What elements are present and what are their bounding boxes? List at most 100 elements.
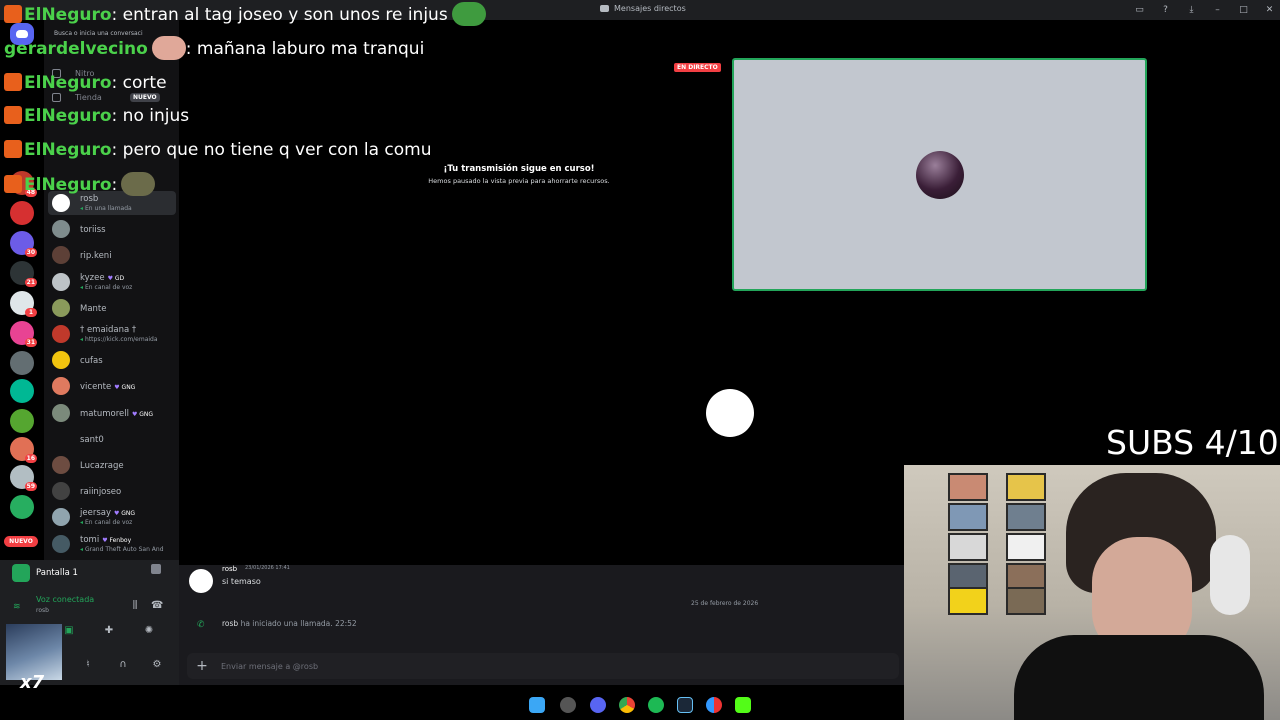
- dm-item[interactable]: jeersay ♥ GNG ◂ En canal de voz: [48, 505, 176, 529]
- message-input[interactable]: [221, 659, 821, 673]
- screen-share-row[interactable]: Pantalla 1: [12, 564, 78, 582]
- avatar: [52, 403, 70, 422]
- dm-item[interactable]: rip.keni: [48, 243, 176, 267]
- disconnect-icon[interactable]: ☎: [151, 600, 163, 612]
- dm-activity-text: En canal de voz: [85, 519, 133, 527]
- overlay-chat-text: : entran al tag joseo y son unos re inju…: [111, 5, 448, 25]
- inbox-icon[interactable]: ▭: [1133, 3, 1146, 16]
- dm-item[interactable]: toriiss: [48, 217, 176, 241]
- maximize-icon[interactable]: □: [1237, 3, 1250, 16]
- overlay-chat-text: : pero que no tiene q ver con la comu: [111, 140, 432, 160]
- server-icon[interactable]: [10, 201, 34, 225]
- dm-item[interactable]: cufas: [48, 348, 176, 372]
- dm-item[interactable]: matumorell ♥ GNG: [48, 401, 176, 425]
- kick-icon[interactable]: [735, 697, 751, 713]
- sub-badge-icon: [4, 5, 22, 23]
- server-icon[interactable]: [10, 379, 34, 403]
- cursor-highlight: [706, 389, 754, 437]
- dm-item[interactable]: kyzee ♥ GD ◂ En canal de voz: [48, 270, 176, 294]
- dm-activity: ◂ En una llamada: [80, 205, 174, 212]
- new-pill[interactable]: NUEVO: [4, 536, 38, 547]
- avatar: [52, 508, 70, 527]
- server-icon[interactable]: [10, 351, 34, 375]
- server-icon[interactable]: [10, 409, 34, 433]
- window-controls: ▭ ? ⤓ – □ ✕: [1133, 3, 1276, 16]
- dm-item[interactable]: raiinjoseo: [48, 479, 176, 503]
- obs-icon[interactable]: [706, 697, 722, 713]
- steam-icon[interactable]: [677, 697, 693, 713]
- server-icon[interactable]: 21: [10, 261, 37, 287]
- chrome-icon[interactable]: [619, 697, 635, 713]
- dm-item[interactable]: Lucazrage: [48, 453, 176, 477]
- server-icon[interactable]: 31: [10, 321, 37, 347]
- signal-icon[interactable]: ≋: [13, 602, 25, 612]
- activity-icon: ◂: [80, 545, 84, 553]
- emote-icon: [451, 2, 486, 26]
- avatar[interactable]: [189, 569, 213, 593]
- dm-name-text: tomi: [80, 534, 100, 545]
- add-attachment-icon[interactable]: +: [195, 659, 209, 673]
- dm-item[interactable]: † emaidana † ◂ https://kick.com/emaida: [48, 322, 176, 346]
- soundboard-icon[interactable]: ✺: [143, 625, 155, 637]
- spotify-icon[interactable]: [648, 697, 664, 713]
- minimize-icon[interactable]: –: [1211, 3, 1224, 16]
- overlay-chat-text: : no injus: [111, 106, 190, 126]
- wall-poster: [948, 533, 988, 561]
- nvidia-icon[interactable]: [560, 697, 576, 713]
- voice-status[interactable]: Voz conectada: [36, 595, 94, 604]
- close-icon[interactable]: ✕: [1263, 3, 1276, 16]
- sub-badge-icon: [4, 175, 22, 193]
- avatar: [52, 272, 70, 291]
- dm-item[interactable]: Mante: [48, 296, 176, 320]
- dm-name-text: cufas: [80, 356, 103, 367]
- server-icon[interactable]: 30: [10, 231, 37, 257]
- screen-share-icon: [12, 564, 30, 582]
- sub-badge-icon: [4, 73, 22, 91]
- stop-share-icon[interactable]: [151, 564, 161, 574]
- wall-poster: [1006, 473, 1046, 501]
- camera-icon[interactable]: ▣: [63, 625, 75, 637]
- message-author[interactable]: rosb: [222, 565, 237, 573]
- activity-icon: ◂: [80, 336, 84, 343]
- dm-name-text: rip.keni: [80, 251, 112, 262]
- help-icon[interactable]: ?: [1159, 3, 1172, 16]
- dm-activity: ◂ https://kick.com/emaida: [80, 336, 174, 343]
- dm-item[interactable]: sant0: [48, 427, 176, 451]
- overlay-chat-user: ElNeguro: [24, 5, 112, 25]
- settings-gear-icon[interactable]: ⚙: [151, 659, 163, 671]
- dm-name-text: vicente: [80, 382, 112, 393]
- server-icon[interactable]: 59: [10, 465, 37, 491]
- dm-activity: ◂ En canal de voz: [80, 519, 174, 526]
- dm-item[interactable]: tomi ♥ Fenboy ◂ Grand Theft Auto San And: [48, 532, 176, 556]
- dm-name-text: † emaidana †: [80, 325, 137, 335]
- discord-app-icon[interactable]: [590, 697, 606, 713]
- mention-badge: 1: [25, 308, 37, 317]
- windows-start-icon[interactable]: [529, 697, 545, 713]
- microphone-icon[interactable]: ♮: [82, 659, 94, 671]
- message-text: si temaso: [222, 577, 261, 586]
- stream-preview-tile[interactable]: [732, 58, 1147, 291]
- dm-name-text: Mante: [80, 303, 107, 314]
- headphones-icon[interactable]: ∩: [117, 659, 129, 671]
- activity-icon[interactable]: ✚: [103, 625, 115, 637]
- server-icon[interactable]: 1: [10, 291, 37, 317]
- download-icon[interactable]: ⤓: [1185, 3, 1198, 16]
- dm-activity: ◂ En canal de voz: [80, 284, 174, 291]
- shop-new-tag: NUEVO: [130, 93, 160, 102]
- dm-name: Lucazrage: [80, 461, 124, 471]
- server-icon[interactable]: 16: [10, 437, 37, 463]
- server-icon[interactable]: [10, 495, 34, 519]
- screen-share-label: Pantalla 1: [36, 568, 78, 578]
- activity-icon: ◂: [80, 205, 84, 212]
- noise-suppression-icon[interactable]: ⫼: [129, 600, 141, 612]
- overlay-chat-line: ElNeguro: entran al tag joseo y son unos…: [4, 2, 486, 26]
- server-tag: ♥ GD: [108, 275, 125, 282]
- dm-activity-text: https://kick.com/emaida: [85, 336, 158, 343]
- dm-item[interactable]: vicente ♥ GNG: [48, 374, 176, 398]
- dm-sidebar: Busca o inicia una conversaci Nitro Tien…: [44, 20, 179, 560]
- call-user[interactable]: rosb: [222, 619, 238, 628]
- window-title-text: Mensajes directos: [614, 4, 686, 13]
- sub-badge-icon: [4, 140, 22, 158]
- nav-shop[interactable]: Tienda: [52, 93, 102, 102]
- dm-name: † emaidana †: [80, 325, 136, 335]
